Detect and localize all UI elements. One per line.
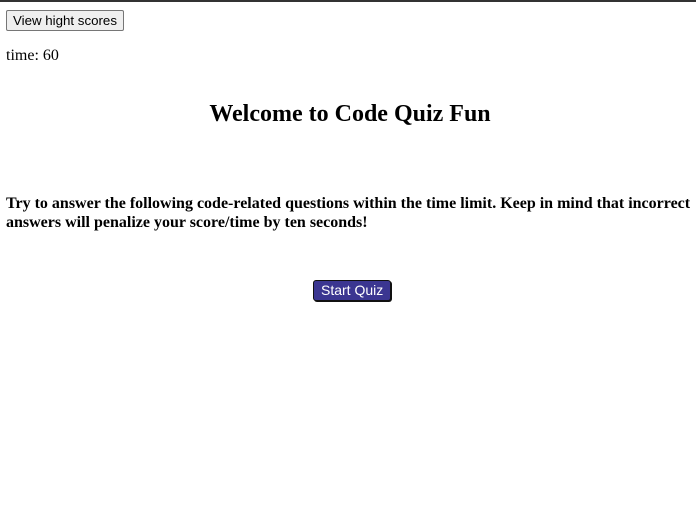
timer-display: time: 60 xyxy=(6,47,59,64)
quiz-instructions: Try to answer the following code-related… xyxy=(6,195,691,231)
page-title: Welcome to Code Quiz Fun xyxy=(209,101,491,127)
window-top-border xyxy=(0,0,696,2)
view-high-scores-button[interactable]: View hight scores xyxy=(6,10,124,31)
start-quiz-button[interactable]: Start Quiz xyxy=(313,280,392,301)
